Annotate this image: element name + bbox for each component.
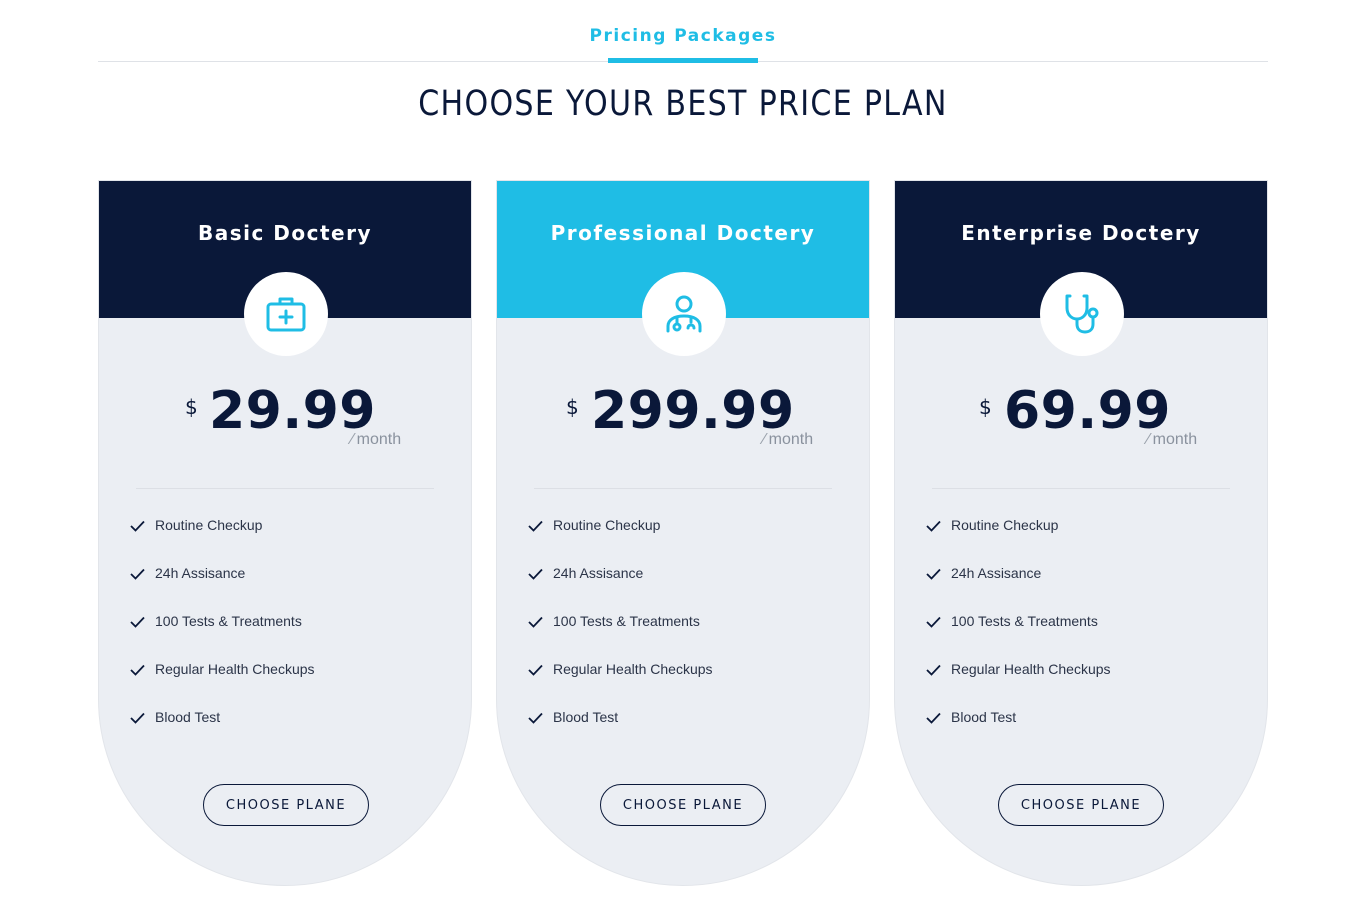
check-icon (926, 520, 941, 532)
stethoscope-icon (1065, 294, 1099, 334)
feature-label: 24h Assisance (553, 565, 644, 581)
feature-item: 100 Tests & Treatments (926, 613, 1111, 661)
feature-list: Routine Checkup 24h Assisance 100 Tests … (528, 517, 713, 757)
feature-item: Routine Checkup (528, 517, 713, 565)
check-icon (926, 616, 941, 628)
feature-label: 100 Tests & Treatments (155, 613, 302, 629)
plan-icon-badge (642, 272, 726, 356)
card-divider (136, 488, 434, 489)
feature-label: Routine Checkup (553, 517, 661, 533)
period-slash: ⁄ (763, 431, 766, 448)
feature-item: 100 Tests & Treatments (130, 613, 315, 661)
billing-period: ⁄ month (351, 431, 401, 449)
currency-symbol: $ (566, 395, 579, 419)
check-icon (528, 616, 543, 628)
price-display: $ 29.99 ⁄ month (99, 381, 471, 461)
feature-list: Routine Checkup 24h Assisance 100 Tests … (130, 517, 315, 757)
doctor-icon (666, 295, 702, 333)
billing-period: ⁄ month (763, 431, 813, 449)
feature-label: Routine Checkup (951, 517, 1059, 533)
price-display: $ 69.99 ⁄ month (895, 381, 1267, 461)
feature-label: 100 Tests & Treatments (951, 613, 1098, 629)
plan-icon-badge (1040, 272, 1124, 356)
check-icon (528, 520, 543, 532)
feature-label: Blood Test (155, 709, 221, 725)
period-label: month (768, 431, 814, 448)
plan-title: Professional Doctery (550, 221, 816, 245)
period-label: month (1152, 431, 1198, 448)
plan-icon-badge (244, 272, 328, 356)
feature-label: Regular Health Checkups (553, 661, 713, 677)
feature-label: 100 Tests & Treatments (553, 613, 700, 629)
period-slash: ⁄ (1147, 431, 1150, 448)
card-divider (534, 488, 832, 489)
feature-item: Blood Test (926, 709, 1111, 757)
pricing-card-professional: Professional Doctery $ 299.99 ⁄ month Rou… (496, 180, 870, 886)
check-icon (528, 568, 543, 580)
feature-label: Blood Test (553, 709, 619, 725)
check-icon (926, 712, 941, 724)
price-display: $ 299.99 ⁄ month (497, 381, 869, 461)
feature-item: 24h Assisance (130, 565, 315, 613)
check-icon (528, 664, 543, 676)
plan-title: Basic Doctery (197, 221, 373, 245)
choose-plan-button[interactable]: CHOOSE PLANE (998, 784, 1164, 826)
feature-item: Routine Checkup (926, 517, 1111, 565)
feature-label: Regular Health Checkups (951, 661, 1111, 677)
check-icon (926, 568, 941, 580)
feature-item: Regular Health Checkups (926, 661, 1111, 709)
feature-item: 100 Tests & Treatments (528, 613, 713, 661)
choose-plan-button[interactable]: CHOOSE PLANE (203, 784, 369, 826)
feature-label: 24h Assisance (951, 565, 1042, 581)
plan-title: Enterprise Doctery (961, 221, 1201, 245)
feature-item: 24h Assisance (926, 565, 1111, 613)
feature-label: 24h Assisance (155, 565, 246, 581)
feature-label: Regular Health Checkups (155, 661, 315, 677)
check-icon (926, 664, 941, 676)
currency-symbol: $ (979, 395, 992, 419)
feature-item: Blood Test (130, 709, 315, 757)
currency-symbol: $ (185, 395, 198, 419)
price-amount: 69.99 (1004, 381, 1171, 441)
section-eyebrow: Pricing Packages (589, 26, 777, 46)
feature-item: Regular Health Checkups (130, 661, 315, 709)
feature-label: Routine Checkup (155, 517, 263, 533)
pricing-card-enterprise: Enterprise Doctery $ 69.99 ⁄ month Routin… (894, 180, 1268, 886)
feature-list: Routine Checkup 24h Assisance 100 Tests … (926, 517, 1111, 757)
period-label: month (356, 431, 402, 448)
check-icon (528, 712, 543, 724)
period-slash: ⁄ (351, 431, 354, 448)
check-icon (130, 520, 145, 532)
pricing-card-basic: Basic Doctery $ 29.99 ⁄ month Routine Che… (98, 180, 472, 886)
pricing-section: Pricing Packages CHOOSE YOUR BEST PRICE … (0, 0, 1366, 924)
section-eyebrow-bar: Pricing Packages (98, 0, 1268, 63)
feature-item: 24h Assisance (528, 565, 713, 613)
check-icon (130, 568, 145, 580)
feature-label: Blood Test (951, 709, 1017, 725)
check-icon (130, 616, 145, 628)
feature-item: Blood Test (528, 709, 713, 757)
billing-period: ⁄ month (1147, 431, 1197, 449)
feature-item: Routine Checkup (130, 517, 315, 565)
eyebrow-underline (608, 58, 758, 63)
feature-item: Regular Health Checkups (528, 661, 713, 709)
check-icon (130, 712, 145, 724)
section-headline: CHOOSE YOUR BEST PRICE PLAN (418, 84, 948, 124)
check-icon (130, 664, 145, 676)
card-divider (932, 488, 1230, 489)
choose-plan-button[interactable]: CHOOSE PLANE (600, 784, 766, 826)
first-aid-kit-icon (266, 297, 306, 332)
